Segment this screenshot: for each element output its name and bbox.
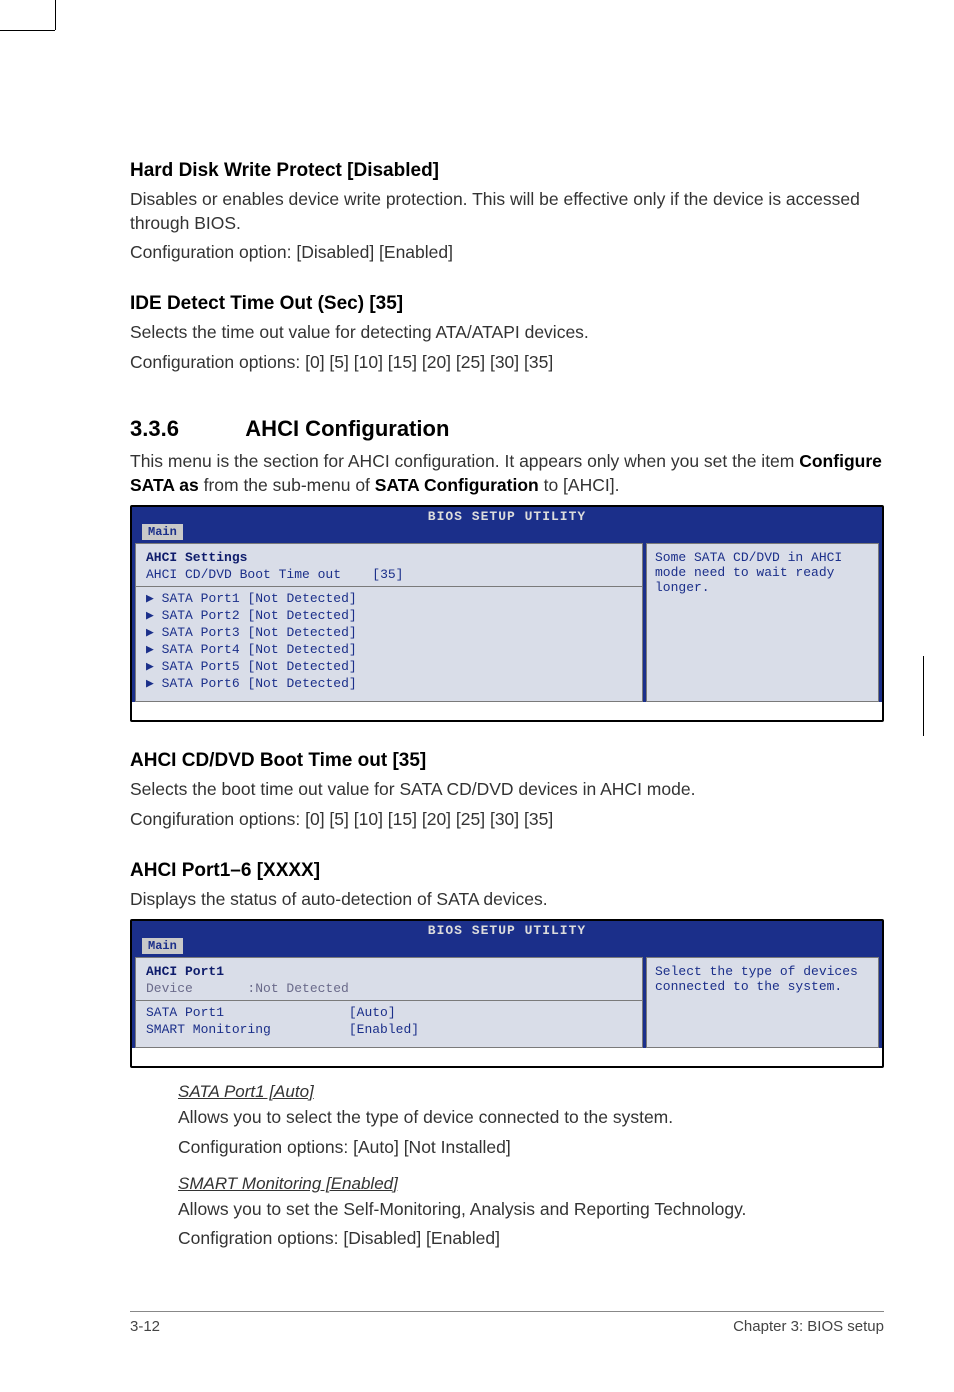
body-text: Configration options: [Disabled] [Enable… — [178, 1227, 884, 1251]
heading-ide-detect-timeout: IDE Detect Time Out (Sec) [35] — [130, 293, 884, 315]
label: SATA Port3 [Not Detected] — [162, 625, 357, 640]
page-content: Hard Disk Write Protect [Disabled] Disab… — [0, 0, 954, 1375]
bios-tab-main[interactable]: Main — [142, 938, 183, 954]
text: to [AHCI]. — [539, 475, 620, 495]
bios-tab-main[interactable]: Main — [142, 524, 183, 540]
divider — [136, 1000, 642, 1001]
bios-row-sata-port[interactable]: ▶ SATA Port6 [Not Detected] — [146, 676, 632, 691]
bios-row-sata-port[interactable]: ▶ SATA Port1 [Not Detected] — [146, 591, 632, 606]
bios-row-boot-timeout[interactable]: AHCI CD/DVD Boot Time out [35] — [146, 567, 632, 582]
body-text: Displays the status of auto-detection of… — [130, 888, 884, 912]
bios-help-pane: Select the type of devices connected to … — [646, 957, 879, 1048]
body-text: Congifuration options: [0] [5] [10] [15]… — [130, 808, 884, 832]
label: AHCI CD/DVD Boot Time out — [146, 567, 341, 582]
bios-row-smart-monitoring[interactable]: SMART Monitoring [Enabled] — [146, 1022, 632, 1037]
bios-panel-ahci-port1: BIOS SETUP UTILITY Main AHCI Port1 Devic… — [130, 919, 884, 1068]
bios-row-sata-port[interactable]: ▶ SATA Port5 [Not Detected] — [146, 659, 632, 674]
chapter-label: Chapter 3: BIOS setup — [733, 1318, 884, 1335]
bios-heading: AHCI Port1 — [146, 964, 632, 979]
bios-row-sata-port[interactable]: ▶ SATA Port2 [Not Detected] — [146, 608, 632, 623]
text: from the sub-menu of — [199, 475, 375, 495]
value: [35] — [372, 567, 403, 582]
label: SATA Port1 [Not Detected] — [162, 591, 357, 606]
section-heading: 3.3.6 AHCI Configuration — [130, 416, 884, 442]
body-text: Allows you to set the Self-Monitoring, A… — [178, 1198, 884, 1222]
bios-row-sata-port1[interactable]: SATA Port1 [Auto] — [146, 1005, 632, 1020]
bios-row-device: Device :Not Detected — [146, 981, 632, 996]
heading-hard-disk-write-protect: Hard Disk Write Protect [Disabled] — [130, 160, 884, 182]
crop-mark — [923, 656, 924, 736]
body-text: This menu is the section for AHCI config… — [130, 450, 884, 497]
arrow-icon: ▶ — [146, 642, 162, 657]
sub-item-block: SATA Port1 [Auto] Allows you to select t… — [178, 1082, 884, 1251]
arrow-icon: ▶ — [146, 659, 162, 674]
sub-heading-smart-monitoring: SMART Monitoring [Enabled] — [178, 1174, 884, 1194]
body-text: Selects the boot time out value for SATA… — [130, 778, 884, 802]
label: SATA Port2 [Not Detected] — [162, 608, 357, 623]
value: [Auto] — [349, 1005, 396, 1020]
bios-row-sata-port[interactable]: ▶ SATA Port4 [Not Detected] — [146, 642, 632, 657]
body-text: Configuration option: [Disabled] [Enable… — [130, 241, 884, 265]
torn-edge — [132, 1048, 882, 1066]
divider — [136, 586, 642, 587]
torn-edge — [132, 702, 882, 720]
bold-text: SATA Configuration — [375, 475, 539, 495]
heading-ahci-ports: AHCI Port1–6 [XXXX] — [130, 860, 884, 882]
bios-title: BIOS SETUP UTILITY — [132, 507, 882, 524]
text: This menu is the section for AHCI config… — [130, 451, 799, 471]
label: SATA Port1 — [146, 1005, 224, 1020]
page-footer: 3-12 Chapter 3: BIOS setup — [130, 1311, 884, 1335]
label: SATA Port6 [Not Detected] — [162, 676, 357, 691]
label: SATA Port5 [Not Detected] — [162, 659, 357, 674]
heading-ahci-boot-timeout: AHCI CD/DVD Boot Time out [35] — [130, 750, 884, 772]
body-text: Configuration options: [0] [5] [10] [15]… — [130, 351, 884, 375]
body-text: Configuration options: [Auto] [Not Insta… — [178, 1136, 884, 1160]
bios-left-pane: AHCI Settings AHCI CD/DVD Boot Time out … — [135, 543, 643, 702]
body-text: Selects the time out value for detecting… — [130, 321, 884, 345]
bios-panel-ahci-settings: BIOS SETUP UTILITY Main AHCI Settings AH… — [130, 505, 884, 722]
body-text: Allows you to select the type of device … — [178, 1106, 884, 1130]
value: [Enabled] — [349, 1022, 419, 1037]
bios-heading: AHCI Settings — [146, 550, 632, 565]
sub-heading-sata-port1: SATA Port1 [Auto] — [178, 1082, 884, 1102]
label: SATA Port4 [Not Detected] — [162, 642, 357, 657]
label: SMART Monitoring — [146, 1022, 271, 1037]
body-text: Disables or enables device write protect… — [130, 188, 884, 235]
arrow-icon: ▶ — [146, 608, 162, 623]
bios-row-sata-port[interactable]: ▶ SATA Port3 [Not Detected] — [146, 625, 632, 640]
label: Device — [146, 981, 193, 996]
page-number: 3-12 — [130, 1318, 160, 1335]
arrow-icon: ▶ — [146, 591, 162, 606]
bios-left-pane: AHCI Port1 Device :Not Detected SATA Por… — [135, 957, 643, 1048]
bios-help-pane: Some SATA CD/DVD in AHCI mode need to wa… — [646, 543, 879, 702]
crop-mark — [55, 0, 56, 30]
arrow-icon: ▶ — [146, 625, 162, 640]
section-number: 3.3.6 — [130, 416, 240, 442]
section-title: AHCI Configuration — [245, 416, 449, 441]
value: :Not Detected — [247, 981, 348, 996]
arrow-icon: ▶ — [146, 676, 162, 691]
bios-title: BIOS SETUP UTILITY — [132, 921, 882, 938]
crop-mark — [0, 30, 55, 31]
